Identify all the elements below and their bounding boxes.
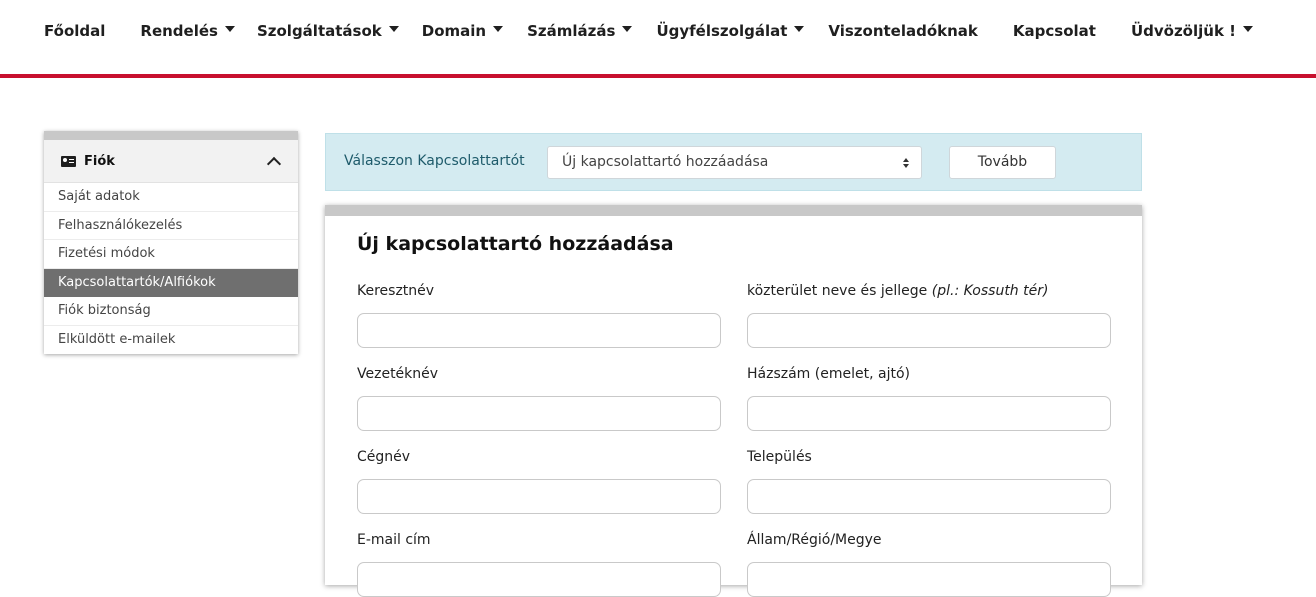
form-title: Új kapcsolattartó hozzáadása xyxy=(357,233,674,255)
house-number-field: Házszám (emelet, ajtó) xyxy=(747,366,1111,431)
house-number-input[interactable] xyxy=(747,396,1111,431)
caret-down-icon xyxy=(493,26,504,32)
state-input[interactable] xyxy=(747,562,1111,597)
nav-support[interactable]: Ügyfélszolgálat xyxy=(656,20,805,42)
caret-down-icon xyxy=(794,26,805,32)
nav-account-label: Üdvözöljük ! xyxy=(1130,22,1236,40)
house-number-label: Házszám (emelet, ajtó) xyxy=(747,366,910,382)
nav-resellers[interactable]: Viszonteladóknak xyxy=(828,20,978,42)
nav-contact-label: Kapcsolat xyxy=(1012,22,1096,40)
last-name-label: Vezetéknév xyxy=(357,366,439,382)
last-name-input[interactable] xyxy=(357,396,721,431)
caret-down-icon xyxy=(224,26,235,32)
nav-domain-label: Domain xyxy=(421,22,487,40)
nav-order-label: Rendelés xyxy=(140,22,218,40)
state-label: Állam/Régió/Megye xyxy=(747,532,882,548)
sidebar-item-my-details[interactable]: Saját adatok xyxy=(44,183,298,212)
street-label-text: közterület neve és jellege xyxy=(747,283,928,299)
nav-home[interactable]: Főoldal xyxy=(44,20,105,42)
chevron-up-icon[interactable] xyxy=(266,156,282,171)
caret-down-icon xyxy=(622,26,633,32)
email-input[interactable] xyxy=(357,562,721,597)
continue-button[interactable]: Tovább xyxy=(949,146,1056,179)
company-field: Cégnév xyxy=(357,449,721,514)
nav-account-menu[interactable]: Üdvözöljük ! xyxy=(1131,20,1253,42)
select-arrows-icon xyxy=(903,158,910,168)
chooser-label: Válasszon Kapcsolattartót xyxy=(344,153,525,169)
nav-domain[interactable]: Domain xyxy=(421,20,504,42)
nav-billing-label: Számlázás xyxy=(527,22,616,40)
city-field: Település xyxy=(747,449,1111,514)
nav-services[interactable]: Szolgáltatások xyxy=(257,20,399,42)
contact-chooser: Válasszon Kapcsolattartót Új kapcsolatta… xyxy=(325,133,1142,191)
city-label: Település xyxy=(747,449,812,465)
sidebar-item-contacts[interactable]: Kapcsolattartók/Alfiókok xyxy=(44,268,298,297)
sidebar-item-sent-emails[interactable]: Elküldött e-mailek xyxy=(44,326,298,355)
account-sidebar: Fiók Saját adatok Felhasználókezelés Fiz… xyxy=(44,131,298,354)
caret-down-icon xyxy=(388,26,399,32)
street-label-hint: (pl.: Kossuth tér) xyxy=(931,283,1049,299)
email-label: E-mail cím xyxy=(357,532,431,548)
nav-order[interactable]: Rendelés xyxy=(140,20,235,42)
sidebar-title: Fiók xyxy=(84,153,115,169)
nav-services-label: Szolgáltatások xyxy=(256,22,382,40)
nav-support-label: Ügyfélszolgálat xyxy=(656,22,788,40)
nav-resellers-label: Viszonteladóknak xyxy=(828,22,978,40)
city-input[interactable] xyxy=(747,479,1111,514)
last-name-field: Vezetéknév xyxy=(357,366,721,431)
street-label: közterület neve és jellege (pl.: Kossuth… xyxy=(747,283,1111,303)
nav-billing[interactable]: Számlázás xyxy=(527,20,633,42)
sidebar-item-account-security[interactable]: Fiók biztonság xyxy=(44,297,298,326)
first-name-field: Keresztnév xyxy=(357,283,721,348)
sidebar-item-user-management[interactable]: Felhasználókezelés xyxy=(44,212,298,240)
street-field: közterület neve és jellege (pl.: Kossuth… xyxy=(747,283,1111,348)
top-navbar: Főoldal Rendelés Szolgáltatások Domain S… xyxy=(0,0,1316,78)
contact-select[interactable]: Új kapcsolattartó hozzáadása xyxy=(547,146,922,179)
new-contact-form: Új kapcsolattartó hozzáadása Keresztnév … xyxy=(325,205,1142,597)
first-name-label: Keresztnév xyxy=(357,283,435,299)
sidebar-item-payment-methods[interactable]: Fizetési módok xyxy=(44,240,298,269)
id-card-icon xyxy=(61,155,76,167)
company-input[interactable] xyxy=(357,479,721,514)
company-label: Cégnév xyxy=(357,449,411,465)
nav-contact[interactable]: Kapcsolat xyxy=(1013,20,1096,42)
contact-select-value: Új kapcsolattartó hozzáadása xyxy=(562,154,769,170)
street-input[interactable] xyxy=(747,313,1111,348)
sidebar-header[interactable]: Fiók xyxy=(44,140,298,183)
first-name-input[interactable] xyxy=(357,313,721,348)
nav-home-label: Főoldal xyxy=(44,22,106,40)
caret-down-icon xyxy=(1243,26,1253,32)
nav-menu: Főoldal Rendelés Szolgáltatások Domain S… xyxy=(44,20,1253,42)
